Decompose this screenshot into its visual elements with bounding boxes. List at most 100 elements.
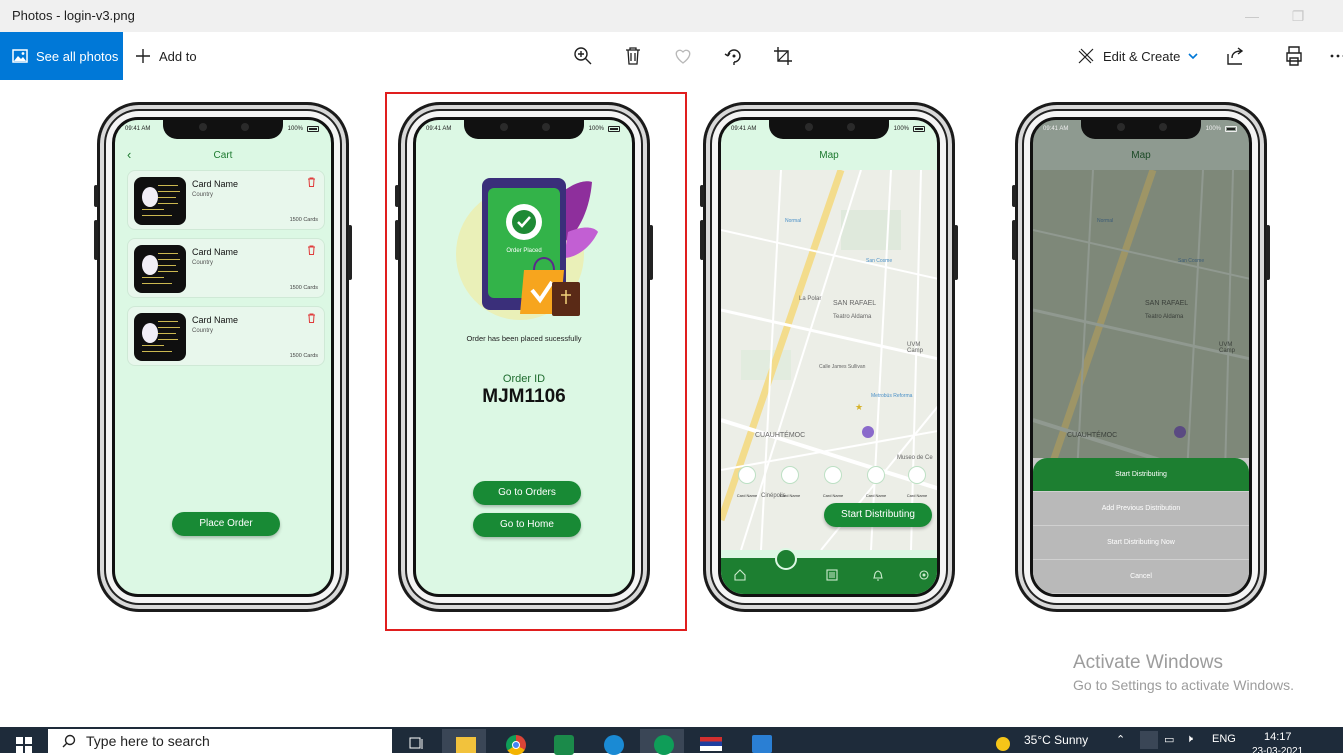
- map-pin[interactable]: Card Name: [821, 466, 845, 502]
- photo-canvas: 09:41 AM 100% ‹ Cart Card Name Country 1…: [0, 80, 1343, 727]
- settings-icon[interactable]: [917, 568, 931, 582]
- minimize-button[interactable]: —: [1229, 4, 1275, 28]
- card-name: Card Name: [192, 247, 238, 257]
- sheet-option-start-distributing[interactable]: Start Distributing: [1033, 458, 1249, 492]
- edit-create-button[interactable]: Edit & Create: [1077, 32, 1198, 80]
- search-placeholder: Type here to search: [86, 733, 210, 749]
- cart-title: Cart: [115, 150, 331, 161]
- photos-icon: [12, 49, 28, 63]
- card-count: 1500 Cards: [290, 353, 318, 359]
- trash-icon[interactable]: [307, 245, 316, 255]
- battery-icon: [913, 126, 925, 132]
- activate-windows-subtitle: Go to Settings to activate Windows.: [1073, 677, 1294, 693]
- add-to-label: Add to: [159, 49, 197, 64]
- chevron-up-icon[interactable]: ⌃: [1116, 733, 1125, 746]
- network-icon[interactable]: ▭: [1164, 733, 1174, 746]
- card-country: Country: [192, 192, 213, 198]
- see-all-photos-label: See all photos: [36, 49, 118, 64]
- heart-icon[interactable]: [671, 44, 695, 68]
- chrome-icon[interactable]: [492, 729, 536, 753]
- card-country: Country: [192, 328, 213, 334]
- battery-icon: [608, 126, 620, 132]
- activate-windows-title: Activate Windows: [1073, 652, 1223, 674]
- language-indicator[interactable]: ENG: [1212, 733, 1236, 745]
- delete-icon[interactable]: [621, 44, 645, 68]
- status-time: 09:41 AM: [1043, 126, 1068, 132]
- card-count: 1500 Cards: [290, 285, 318, 291]
- plus-icon: [135, 48, 151, 64]
- sheet-option-start-now[interactable]: Start Distributing Now: [1033, 526, 1249, 560]
- taskbar-search[interactable]: Type here to search: [48, 729, 392, 753]
- cart-card[interactable]: Card Name Country 1500 Cards: [127, 170, 325, 230]
- photos-app-icon[interactable]: [738, 729, 782, 753]
- phone-map-sheet: 09:41 AM 100% Map SAN RAFAEL Teatro Alda: [1015, 102, 1267, 612]
- add-to-button[interactable]: Add to: [135, 32, 197, 80]
- map-pin[interactable]: Card Name: [778, 466, 802, 502]
- go-to-home-button[interactable]: Go to Home: [473, 513, 581, 537]
- map-view[interactable]: ★ SAN RAFAEL Teatro Aldama La Polar CUAU…: [721, 170, 937, 550]
- cart-card[interactable]: Card Name Country 1500 Cards: [127, 306, 325, 366]
- search-icon: [62, 734, 76, 748]
- action-sheet: Start Distributing Add Previous Distribu…: [1033, 458, 1249, 594]
- edge-icon[interactable]: [590, 729, 634, 753]
- trash-icon[interactable]: [307, 313, 316, 323]
- trash-icon[interactable]: [307, 177, 316, 187]
- rotate-icon[interactable]: [722, 44, 746, 68]
- volume-icon[interactable]: 🕨: [1186, 733, 1193, 746]
- list-icon[interactable]: [825, 568, 839, 582]
- weather-text[interactable]: 35°C Sunny: [1024, 733, 1088, 747]
- phone-map: 09:41 AM 100% Map: [703, 102, 955, 612]
- map-pin[interactable]: Card Name: [905, 466, 929, 502]
- maximize-button[interactable]: ❐: [1275, 4, 1321, 28]
- more-icon[interactable]: [1328, 44, 1343, 68]
- order-id-value: MJM1106: [416, 386, 632, 408]
- place-order-button[interactable]: Place Order: [172, 512, 280, 536]
- bottom-nav: [721, 558, 937, 594]
- status-time: 09:41 AM: [731, 126, 756, 132]
- order-placed-badge: Order Placed: [506, 248, 541, 254]
- sun-icon: [996, 737, 1010, 751]
- home-icon[interactable]: [733, 568, 747, 582]
- map-pin[interactable]: Card Name: [735, 466, 759, 502]
- start-distributing-button[interactable]: Start Distributing: [824, 503, 932, 527]
- file-explorer-icon[interactable]: [442, 729, 486, 753]
- map-pin[interactable]: Card Name: [864, 466, 888, 502]
- phone-cart: 09:41 AM 100% ‹ Cart Card Name Country 1…: [97, 102, 349, 612]
- scan-icon[interactable]: [775, 548, 797, 570]
- status-battery: 100%: [288, 126, 303, 132]
- print-icon[interactable]: [1282, 44, 1306, 68]
- status-time: 09:41 AM: [426, 126, 451, 132]
- card-name: Card Name: [192, 179, 238, 189]
- task-view-icon[interactable]: [396, 729, 440, 753]
- card-thumbnail: [134, 313, 186, 361]
- hangouts-icon[interactable]: [640, 729, 684, 753]
- sheet-option-cancel[interactable]: Cancel: [1033, 560, 1249, 594]
- chevron-down-icon: [1188, 52, 1198, 60]
- cart-card[interactable]: Card Name Country 1500 Cards: [127, 238, 325, 298]
- map-screen: 09:41 AM 100% Map: [718, 117, 940, 597]
- status-battery: 100%: [589, 126, 604, 132]
- crop-icon[interactable]: [771, 44, 795, 68]
- maps-app-icon[interactable]: [540, 729, 584, 753]
- clock-time[interactable]: 14:17: [1264, 731, 1292, 743]
- order-message: Order has been placed sucessfully: [416, 334, 632, 343]
- battery-icon: [1225, 126, 1237, 132]
- flag-app-icon[interactable]: [688, 729, 732, 753]
- bell-icon[interactable]: [871, 568, 885, 582]
- share-icon[interactable]: [1224, 44, 1248, 68]
- card-count: 1500 Cards: [290, 217, 318, 223]
- edit-create-icon: [1077, 47, 1095, 65]
- tray-app-icon[interactable]: [1140, 731, 1158, 749]
- windows-start-icon[interactable]: [16, 737, 32, 753]
- taskbar: Type here to search 35°C Sunny ⌃ ▭ 🕨 ENG…: [0, 727, 1343, 753]
- map-sheet-screen: 09:41 AM 100% Map SAN RAFAEL Teatro Alda: [1030, 117, 1252, 597]
- map-title: Map: [721, 150, 937, 161]
- go-to-orders-button[interactable]: Go to Orders: [473, 481, 581, 505]
- card-country: Country: [192, 260, 213, 266]
- zoom-in-icon[interactable]: [571, 44, 595, 68]
- sheet-option-add-previous[interactable]: Add Previous Distribution: [1033, 492, 1249, 526]
- see-all-photos-button[interactable]: See all photos: [0, 32, 123, 80]
- order-illustration: Order Placed: [452, 162, 602, 322]
- battery-icon: [307, 126, 319, 132]
- order-id-label: Order ID: [416, 373, 632, 385]
